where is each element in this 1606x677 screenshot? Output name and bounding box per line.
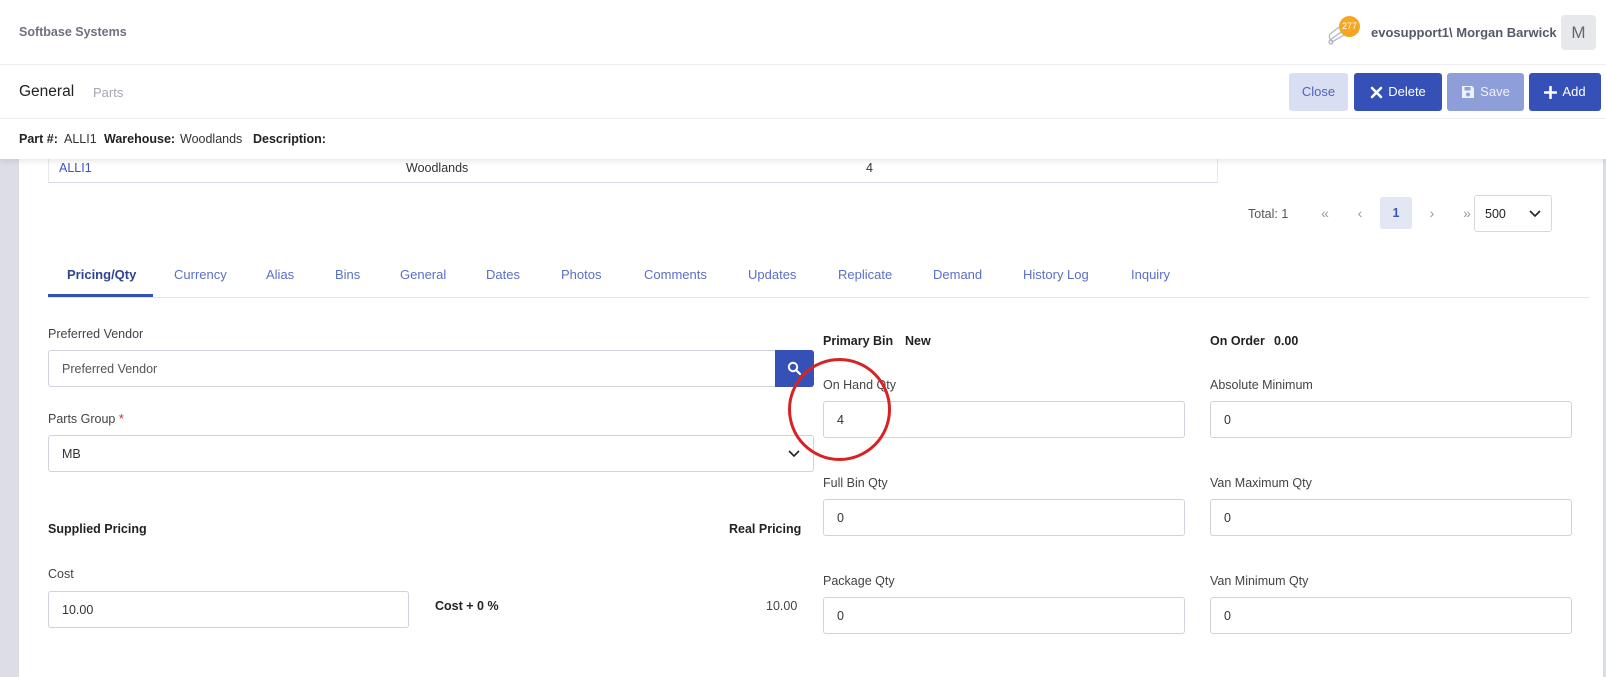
close-button-label: Close [1301, 84, 1336, 99]
main-content: ALLI1 Woodlands 4 Total: 1 « ‹ 1 › » 500… [19, 150, 1603, 677]
preferred-vendor-label: Preferred Vendor [48, 327, 144, 341]
full-bin-qty-value: 0 [837, 511, 844, 525]
avatar[interactable]: M [1561, 15, 1596, 50]
page-header: General Parts Close Delete Save Add [0, 65, 1606, 119]
breadcrumb-current: General [19, 83, 75, 100]
tab-bins[interactable]: Bins [335, 267, 360, 282]
breadcrumb-parts[interactable]: Parts [93, 85, 123, 100]
van-maximum-qty-field[interactable]: 0 [1210, 499, 1572, 536]
cost-value: 10.00 [62, 603, 94, 617]
warehouse-value: Woodlands [180, 132, 243, 146]
preferred-vendor-field[interactable]: Preferred Vendor [48, 350, 776, 387]
on-hand-qty-field[interactable]: 4 [823, 401, 1185, 438]
van-minimum-qty-field[interactable]: 0 [1210, 597, 1572, 634]
warehouse-label: Warehouse: [104, 132, 176, 146]
search-icon [787, 361, 802, 376]
package-qty-field[interactable]: 0 [823, 597, 1185, 634]
tab-photos[interactable]: Photos [561, 267, 601, 282]
grid-warehouse-cell: Woodlands [406, 161, 469, 175]
pager-first-button[interactable]: « [1309, 197, 1341, 229]
page-size-value: 500 [1485, 207, 1506, 221]
package-qty-label: Package Qty [823, 574, 895, 588]
preferred-vendor-placeholder: Preferred Vendor [62, 362, 158, 376]
cost-label: Cost [48, 567, 74, 581]
description-label: Description: [253, 132, 326, 146]
on-hand-qty-value: 4 [837, 413, 844, 427]
active-tab-indicator [48, 294, 153, 297]
save-button-label: Save [1480, 84, 1510, 99]
chevron-down-icon [1529, 210, 1541, 218]
on-hand-qty-label: On Hand Qty [823, 378, 896, 392]
grid-part-link[interactable]: ALLI1 [59, 161, 92, 175]
full-bin-qty-field[interactable]: 0 [823, 499, 1185, 536]
page-size-select[interactable]: 500 [1474, 195, 1552, 232]
tab-inquiry[interactable]: Inquiry [1131, 267, 1170, 282]
absolute-minimum-field[interactable]: 0 [1210, 401, 1572, 438]
parts-group-label-text: Parts Group [48, 412, 116, 426]
close-x-icon [1370, 86, 1383, 99]
user-name[interactable]: evosupport1\ Morgan Barwick [1371, 25, 1557, 40]
add-button[interactable]: Add [1529, 73, 1601, 111]
tab-general[interactable]: General [400, 267, 446, 282]
parts-group-select[interactable]: MB [48, 435, 814, 472]
primary-bin-label: Primary Bin [823, 334, 894, 348]
add-button-label: Add [1562, 84, 1586, 99]
pager-prev-button[interactable]: ‹ [1344, 197, 1376, 229]
grid-qty-cell: 4 [866, 161, 873, 175]
van-minimum-qty-label: Van Minimum Qty [1210, 574, 1309, 588]
parts-group-label: Parts Group * [48, 412, 124, 426]
pager-page-1[interactable]: 1 [1380, 197, 1412, 229]
close-button[interactable]: Close [1289, 73, 1348, 111]
tab-dates[interactable]: Dates [486, 267, 520, 282]
plus-icon [1544, 85, 1558, 100]
part-number-value: ALLI1 [64, 132, 97, 146]
cost-field[interactable]: 10.00 [48, 591, 409, 628]
tab-currency[interactable]: Currency [174, 267, 227, 282]
supplied-pricing-heading: Supplied Pricing [48, 522, 147, 536]
pager-next-button[interactable]: › [1416, 197, 1448, 229]
absolute-minimum-label: Absolute Minimum [1210, 378, 1313, 392]
package-qty-value: 0 [837, 609, 844, 623]
cost-formula: Cost + 0 % [435, 599, 499, 613]
absolute-minimum-value: 0 [1224, 413, 1231, 427]
chevron-down-icon [788, 450, 800, 458]
tab-comments[interactable]: Comments [644, 267, 707, 282]
tab-bar: Pricing/Qty Currency Alias Bins General … [48, 257, 1589, 298]
delete-button-label: Delete [1388, 84, 1426, 99]
floppy-disk-icon [1462, 86, 1475, 98]
tab-replicate[interactable]: Replicate [838, 267, 892, 282]
real-pricing-heading: Real Pricing [729, 522, 802, 536]
tab-alias[interactable]: Alias [266, 267, 294, 282]
required-marker: * [118, 412, 124, 426]
van-maximum-qty-label: Van Maximum Qty [1210, 476, 1312, 490]
on-order-value: 0.00 [1274, 334, 1299, 348]
real-price-value: 10.00 [766, 599, 798, 613]
part-number-label: Part #: [19, 132, 58, 146]
on-order-label: On Order [1210, 334, 1265, 348]
vendor-search-button[interactable] [775, 350, 814, 387]
pager-total: Total: 1 [1248, 207, 1289, 221]
van-maximum-qty-value: 0 [1224, 511, 1231, 525]
notification-count-badge[interactable]: 277 [1339, 16, 1360, 37]
tab-updates[interactable]: Updates [748, 267, 796, 282]
brand-name[interactable]: Softbase Systems [19, 25, 127, 39]
tab-demand[interactable]: Demand [933, 267, 982, 282]
primary-bin-value[interactable]: New [905, 334, 931, 348]
save-button[interactable]: Save [1447, 73, 1524, 111]
full-bin-qty-label: Full Bin Qty [823, 476, 888, 490]
tab-pricing-qty[interactable]: Pricing/Qty [67, 267, 136, 282]
van-minimum-qty-value: 0 [1224, 609, 1231, 623]
delete-button[interactable]: Delete [1354, 73, 1442, 111]
parts-group-value: MB [62, 447, 81, 461]
tab-history-log[interactable]: History Log [1023, 267, 1089, 282]
part-info-bar: Part #: ALLI1 Warehouse: Woodlands Descr… [0, 119, 1606, 159]
top-bar: Softbase Systems 277 evosupport1\ Morgan… [0, 0, 1606, 65]
